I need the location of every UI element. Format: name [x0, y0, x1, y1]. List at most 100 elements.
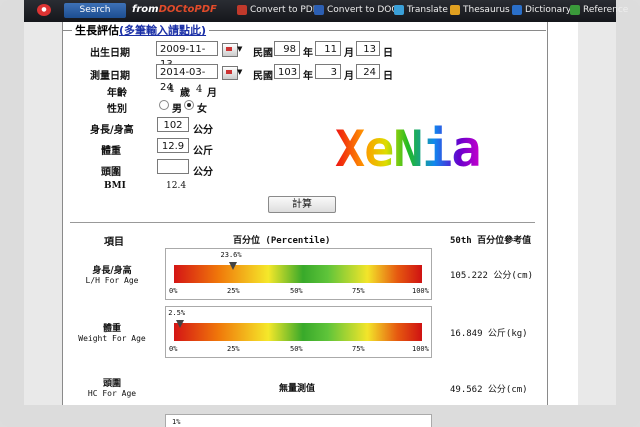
reference-icon [570, 5, 580, 15]
weight-percentile-marker [176, 320, 185, 328]
row-label-en: Weight For Age [78, 334, 146, 343]
xenia-logo: XeNia [335, 120, 482, 178]
height-percentile-chart: 23.6% 0% 25% 50% 75% 100% [165, 248, 432, 300]
head-input[interactable] [157, 159, 189, 174]
male-label: 男 [172, 104, 182, 115]
birth-date-input[interactable]: 2009-11-13 [156, 41, 218, 70]
year-label: 年 [303, 71, 313, 82]
roc-label: 民國 [253, 48, 273, 59]
weight-unit: 公斤 [193, 146, 213, 157]
panel-legend: 生長評估(多筆輸入請點此) [72, 22, 210, 38]
day-label: 日 [383, 71, 393, 82]
age-label: 年齡 [107, 88, 127, 99]
weight-result-label: 體重 Weight For Age [67, 321, 157, 343]
birth-roc-month-input[interactable]: 11 [315, 41, 341, 56]
partial-chart: 1% [165, 414, 432, 427]
weight-percentile-label: 2.5% [168, 309, 186, 317]
tick-label: 100% [412, 345, 429, 353]
head-label: 頭圍 [101, 167, 121, 178]
dropdown-caret-icon[interactable]: ▼ [237, 68, 242, 76]
right-margin [578, 22, 616, 405]
height-result-label: 身長/身高 L/H For Age [67, 263, 157, 285]
reference-button[interactable]: Reference [570, 5, 628, 15]
left-margin [24, 22, 62, 405]
dictionary-icon [512, 5, 522, 15]
female-radio[interactable] [184, 100, 194, 110]
tick-label: 0% [169, 345, 178, 353]
height-ref-value: 105.222 公分(cm) [450, 271, 534, 281]
convert-to-doc-button[interactable]: Convert to DOC [314, 5, 398, 15]
female-label: 女 [197, 104, 207, 115]
pdf-icon [237, 5, 247, 15]
col-ref-header: 50th 百分位參考值 [450, 236, 532, 246]
male-radio[interactable] [159, 100, 169, 110]
weight-percentile-chart: 2.5% 0% 25% 50% 75% 100% [165, 306, 432, 358]
weight-label: 體重 [101, 146, 121, 157]
dictionary-button[interactable]: Dictionary [512, 5, 571, 15]
thesaurus-button[interactable]: Thesaurus [450, 5, 510, 15]
weight-input[interactable]: 12.9 [157, 138, 189, 153]
search-button[interactable]: Search [64, 3, 126, 18]
measure-roc-month-input[interactable]: 3 [315, 64, 341, 79]
dropdown-caret-icon[interactable]: ▼ [237, 45, 242, 53]
fromdoctopdf-logo[interactable]: fromDOCtoPDF [132, 4, 217, 15]
age-months-unit: 月 [207, 88, 217, 99]
month-label: 月 [344, 71, 354, 82]
height-percentile-label: 23.6% [220, 251, 242, 259]
age-years-unit: 歲 [180, 88, 190, 99]
no-measurement-text: 無量測值 [279, 384, 316, 394]
birth-roc-year-input[interactable]: 98 [274, 41, 300, 56]
convert-to-pdf-button[interactable]: Convert to PDF [237, 5, 318, 15]
translate-icon [394, 5, 404, 15]
partial-chart-label: 1% [172, 418, 181, 426]
calculate-button[interactable]: 計算 [268, 196, 336, 213]
tick-label: 100% [412, 287, 429, 295]
sex-label: 性別 [107, 104, 127, 115]
thesaurus-icon [450, 5, 460, 15]
bmi-label: BMI [104, 181, 126, 191]
calendar-icon[interactable] [222, 43, 238, 57]
calendar-icon[interactable] [222, 66, 238, 80]
tick-label: 50% [290, 345, 303, 353]
day-label: 日 [383, 48, 393, 59]
tick-label: 0% [169, 287, 178, 295]
window-frame: ● Search fromDOCtoPDF Convert to PDF Con… [0, 0, 640, 427]
tick-label: 25% [227, 345, 240, 353]
row-label-zh: 身長/身高 [92, 266, 132, 276]
tick-label: 50% [290, 287, 303, 295]
row-label-zh: 體重 [102, 324, 121, 334]
percentile-gradient-bar [174, 265, 422, 283]
roc-label: 民國 [253, 71, 273, 82]
height-unit: 公分 [193, 125, 213, 136]
doc-icon [314, 5, 324, 15]
row-label-zh: 頭圍 [102, 379, 121, 389]
birth-date-label: 出生日期 [90, 48, 130, 59]
height-percentile-marker [228, 262, 237, 270]
percentile-gradient-bar [174, 323, 422, 341]
measure-roc-year-input[interactable]: 103 [274, 64, 300, 79]
height-label: 身長/身高 [90, 125, 134, 136]
row-label-en: L/H For Age [85, 276, 139, 285]
weight-ref-value: 16.849 公斤(kg) [450, 329, 528, 339]
height-input[interactable]: 102 [157, 117, 189, 132]
measure-date-label: 測量日期 [90, 71, 130, 82]
toolbar-logo-icon[interactable]: ● [37, 4, 51, 16]
age-years-value: 4 [168, 84, 175, 95]
tick-label: 75% [352, 287, 365, 295]
head-unit: 公分 [193, 167, 213, 178]
age-months-value: 4 [196, 84, 203, 95]
head-ref-value: 49.562 公分(cm) [450, 385, 528, 395]
measure-roc-day-input[interactable]: 24 [356, 64, 380, 79]
section-divider [70, 222, 535, 223]
tick-label: 25% [227, 287, 240, 295]
translate-button[interactable]: Translate [394, 5, 448, 15]
tick-label: 75% [352, 345, 365, 353]
head-result-label: 頭圍 HC For Age [67, 376, 157, 398]
measure-date-input[interactable]: 2014-03-24 [156, 64, 218, 93]
row-label-en: HC For Age [87, 389, 137, 398]
year-label: 年 [303, 48, 313, 59]
multi-entry-link[interactable]: (多筆輸入請點此) [119, 24, 206, 37]
bmi-value: 12.4 [166, 181, 187, 191]
col-percentile-header: 百分位 (Percentile) [233, 236, 331, 246]
birth-roc-day-input[interactable]: 13 [356, 41, 380, 56]
